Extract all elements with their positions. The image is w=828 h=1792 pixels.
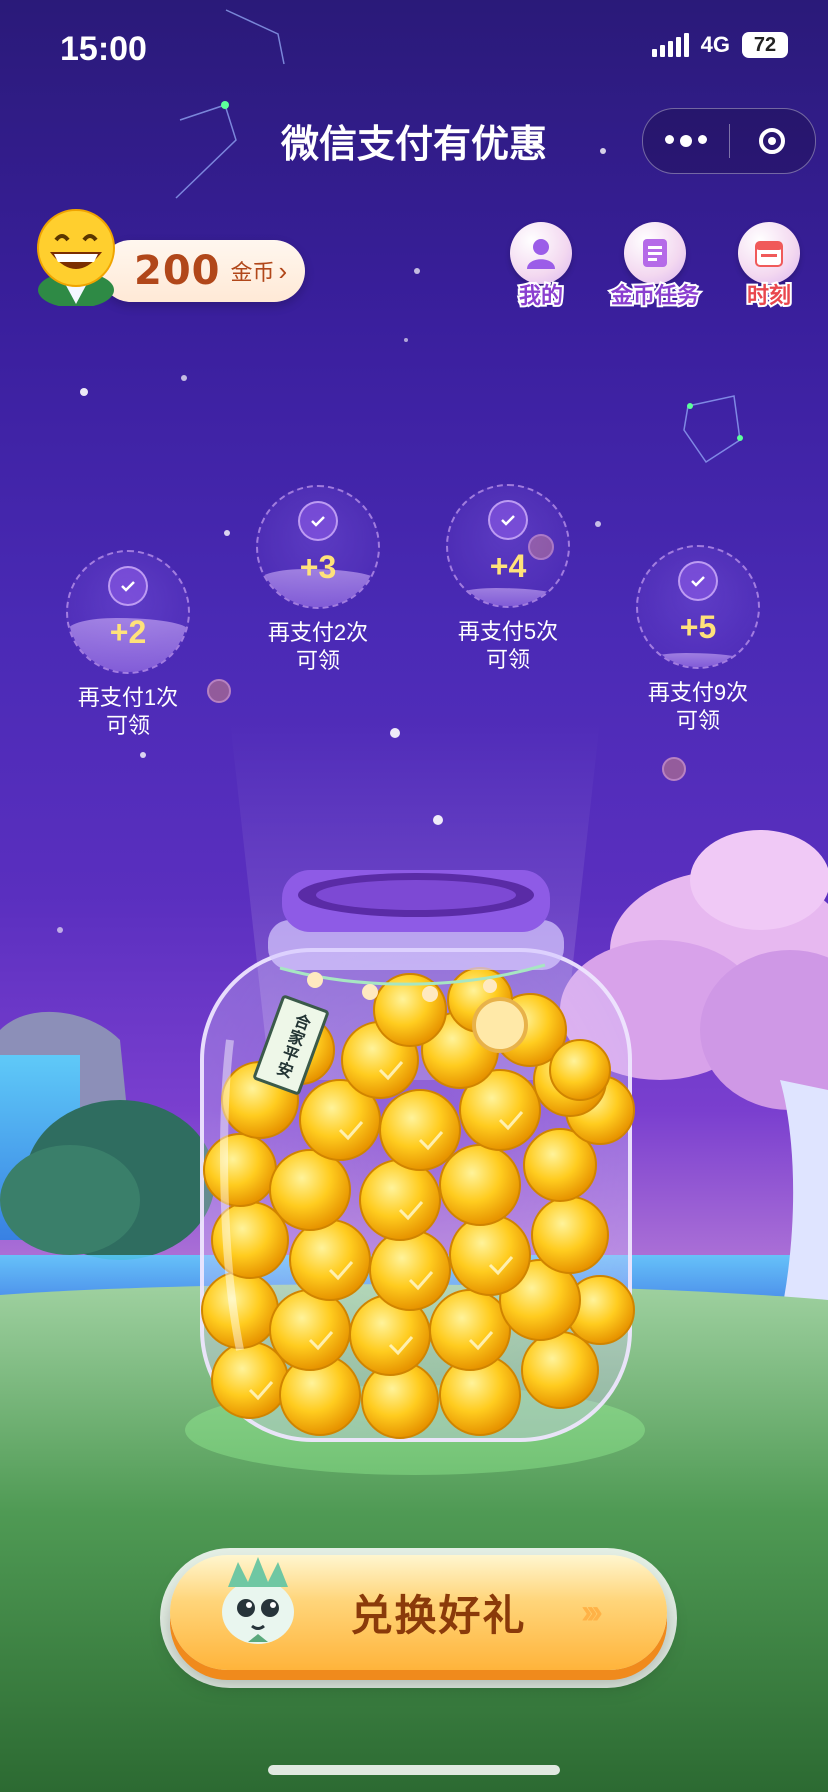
status-indicators: 4G 72 <box>651 32 788 58</box>
my-button[interactable]: 我的 <box>484 222 598 310</box>
app-screen: 合家平安 15:00 4G 72 微信支付有优惠 200 金币 › 我的 金币任… <box>0 0 828 1792</box>
network-type: 4G <box>700 32 730 57</box>
bonus-bubble-circle: +2 <box>66 550 190 674</box>
bonus-caption-line2: 可领 <box>105 713 150 738</box>
top-actions: 我的 金币任务 时刻 <box>484 222 826 310</box>
task-list-icon <box>624 222 686 284</box>
bonus-caption: 再支付9次 可领 <box>613 679 783 735</box>
bonus-caption-line2: 可领 <box>675 708 720 733</box>
wechat-pay-icon <box>678 561 718 601</box>
coin-unit: 金币 <box>230 260 275 285</box>
battery-icon: 72 <box>742 32 788 58</box>
battery-level: 72 <box>753 33 777 56</box>
bonus-amount: +5 <box>679 609 717 645</box>
jar-tag-text: 合家平安 <box>271 1010 312 1081</box>
chevron-right-icon: › <box>278 255 288 286</box>
status-time: 15:00 <box>60 30 147 68</box>
bonus-bubble-circle: +4 <box>446 484 570 608</box>
bonus-amount: +4 <box>489 548 527 584</box>
wechat-pay-icon <box>108 566 148 606</box>
user-icon <box>510 222 572 284</box>
bonus-bubble-circle: +5 <box>636 545 760 669</box>
moments-button[interactable]: 时刻 <box>712 222 826 310</box>
coin-balance-button[interactable]: 200 金币 › <box>100 240 305 302</box>
calendar-icon <box>738 222 800 284</box>
bonus-amount: +2 <box>109 614 147 650</box>
home-indicator <box>268 1765 560 1775</box>
more-dot-icon <box>664 135 674 144</box>
arrows-right-icon: ››› <box>581 1593 603 1631</box>
bonus-caption-line2: 可领 <box>485 647 530 672</box>
bonus-caption-line1: 再支付5次 <box>457 619 559 644</box>
bonus-caption-line2: 可领 <box>295 648 340 673</box>
bonus-caption-line1: 再支付9次 <box>647 680 749 705</box>
bonus-amount: +3 <box>299 549 337 585</box>
more-options-button[interactable] <box>643 135 729 147</box>
bonus-fill <box>448 588 568 606</box>
miniprogram-capsule <box>642 108 816 174</box>
bonus-caption-line1: 再支付2次 <box>267 620 369 645</box>
bonus-bubble-circle: +3 <box>256 485 380 609</box>
redeem-gift-label: 兑换好礼 <box>350 1592 527 1639</box>
target-icon <box>759 128 786 154</box>
coin-tasks-label: 金币任务 <box>609 281 701 310</box>
bonus-caption: 再支付5次 可领 <box>423 618 593 674</box>
bonus-caption: 再支付2次 可领 <box>233 619 403 675</box>
dragon-mascot-icon <box>222 1557 294 1644</box>
bonus-bubble[interactable]: +4 再支付5次 可领 <box>423 484 593 674</box>
more-dot-icon <box>697 135 707 144</box>
bonus-bubble[interactable]: +3 再支付2次 可领 <box>233 485 403 675</box>
moments-label: 时刻 <box>745 281 793 310</box>
bonus-bubble[interactable]: +5 再支付9次 可领 <box>613 545 783 735</box>
wechat-pay-icon <box>298 501 338 541</box>
more-dot-icon <box>679 135 692 147</box>
cellular-signal-icon <box>651 33 689 57</box>
coin-tasks-button[interactable]: 金币任务 <box>598 222 712 310</box>
close-miniprogram-button[interactable] <box>730 128 816 154</box>
coin-amount: 200 <box>134 248 221 294</box>
bonus-bubble[interactable]: +2 再支付1次 可领 <box>43 550 213 740</box>
bonus-caption: 再支付1次 可领 <box>43 684 213 740</box>
avatar[interactable] <box>32 206 120 306</box>
bonus-caption-line1: 再支付1次 <box>77 685 179 710</box>
bonus-fill <box>638 652 758 667</box>
my-label: 我的 <box>517 281 565 310</box>
wechat-pay-icon <box>488 500 528 540</box>
